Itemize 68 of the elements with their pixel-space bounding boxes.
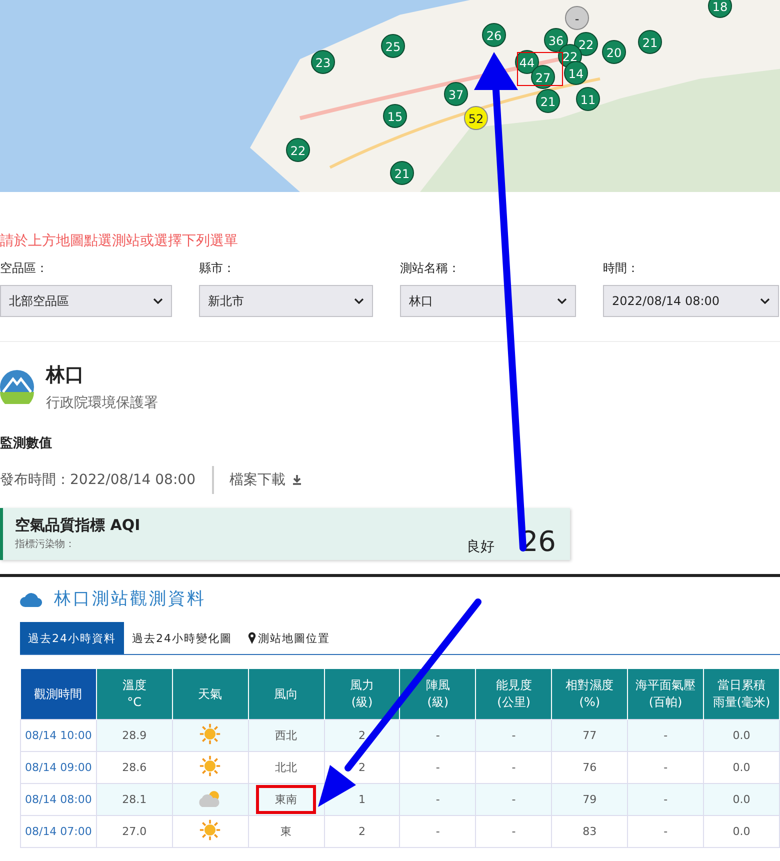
select-field[interactable]: 北部空品區 <box>0 285 172 317</box>
chevron-icon <box>760 298 770 304</box>
sun-icon <box>199 755 222 777</box>
select-label: 縣市： <box>199 260 236 277</box>
select-label: 空品區： <box>0 260 49 277</box>
column-header: 觀測時間 <box>20 669 96 720</box>
table-cell: 27.0 <box>96 816 172 848</box>
pollutant-label: 指標污染物： <box>15 538 76 551</box>
time-link[interactable]: 08/14 09:00 <box>20 752 96 784</box>
table-cell: 0.0 <box>704 720 780 752</box>
table-cell: 2 <box>324 816 400 848</box>
chevron-icon <box>153 298 163 304</box>
instruction-text: 請於上方地圖點選測站或選擇下列選單 <box>0 232 239 250</box>
time-link[interactable]: 08/14 07:00 <box>20 816 96 848</box>
tab[interactable]: 測站地圖位置 <box>240 622 338 654</box>
chevron-icon <box>354 298 364 304</box>
time-link[interactable]: 08/14 08:00 <box>20 784 96 816</box>
section-title: 監測數值 <box>0 435 53 452</box>
column-header: 風向 <box>248 669 324 720</box>
table-cell: - <box>476 816 552 848</box>
table-cell: 83 <box>552 816 628 848</box>
table-cell: 79 <box>552 784 628 816</box>
table-cell: - <box>476 784 552 816</box>
download-icon <box>292 475 302 485</box>
download-link[interactable]: 檔案下載 <box>230 471 302 489</box>
table-cell: 28.1 <box>96 784 172 816</box>
table-cell-text: 西北 <box>274 728 298 744</box>
table-cell: 0.0 <box>704 784 780 816</box>
table-cell: - <box>628 720 704 752</box>
highlight-frame <box>517 52 563 86</box>
tab[interactable]: 過去24小時變化圖 <box>124 622 240 654</box>
publish-time: 發布時間：2022/08/14 08:00 <box>0 471 196 489</box>
table-cell: - <box>628 784 704 816</box>
time-link[interactable]: 08/14 10:00 <box>20 720 96 752</box>
table-cell: - <box>476 720 552 752</box>
table-cell: - <box>400 784 476 816</box>
station-name: 林口 <box>46 363 85 388</box>
select-field[interactable]: 林口 <box>400 285 576 317</box>
column-header: 能見度 (公里) <box>476 669 552 720</box>
pin-icon <box>248 632 256 644</box>
table-cell: 28.9 <box>96 720 172 752</box>
chevron-icon <box>557 298 567 304</box>
sun-icon <box>199 723 222 745</box>
section-title: 林口測站觀測資料 <box>54 588 206 610</box>
table-cell-text: 東 <box>280 824 293 840</box>
select-field[interactable]: 新北市 <box>199 285 373 317</box>
select-label: 時間： <box>603 260 640 277</box>
aqi-title: 空氣品質指標 AQI <box>15 516 142 535</box>
table-cell: - <box>400 720 476 752</box>
table-cell: 東南 <box>256 785 316 814</box>
table-cell: - <box>400 816 476 848</box>
select-field[interactable]: 2022/08/14 08:00 <box>603 285 779 317</box>
cloud-icon <box>20 590 42 606</box>
aqi-status: 良好 <box>466 538 494 556</box>
column-header: 風力 (級) <box>324 669 400 720</box>
column-header: 當日累積 雨量(毫米) <box>704 669 780 720</box>
select-label: 測站名稱： <box>400 260 461 277</box>
tab[interactable]: 過去24小時資料 <box>20 622 124 654</box>
column-header: 海平面氣壓 (百帕) <box>628 669 704 720</box>
column-header: 相對濕度 (%) <box>552 669 628 720</box>
column-header: 天氣 <box>172 669 248 720</box>
agency-name: 行政院環境保護署 <box>46 394 158 412</box>
table-cell-text: 北北 <box>274 760 298 776</box>
table-cell: 77 <box>552 720 628 752</box>
column-header: 溫度 °C <box>96 669 172 720</box>
sun-icon <box>199 819 222 841</box>
table-cell: 0.0 <box>704 816 780 848</box>
table-cell: - <box>628 816 704 848</box>
